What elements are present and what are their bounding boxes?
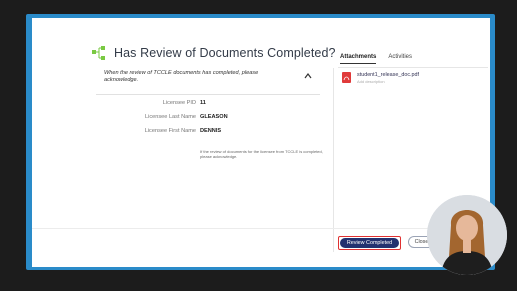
review-completed-button-highlight: Review Completed: [338, 236, 401, 250]
modal-header: Has Review of Documents Completed?: [92, 46, 336, 60]
side-divider: [333, 68, 334, 252]
tab-attachments[interactable]: Attachments: [340, 54, 377, 64]
attachment-description: Add description: [357, 79, 385, 84]
presenter-webcam: [427, 195, 507, 275]
task-modal: Has Review of Documents Completed? When …: [32, 18, 490, 267]
field-value: GLEASON: [200, 114, 228, 120]
pdf-icon: [342, 72, 351, 83]
attachment-name[interactable]: student1_release_doc.pdf: [357, 72, 419, 79]
footer-divider: [32, 228, 490, 229]
field-value: 11: [200, 100, 206, 106]
task-icon: [92, 46, 105, 60]
acknowledge-text: When the review of TCCLE documents has c…: [104, 70, 259, 83]
presenter-image: [427, 195, 507, 275]
tabs-divider: [338, 67, 488, 68]
field-label: Licensee Last Name: [145, 114, 196, 120]
field-licensee-first-name: Licensee First Name DENNIS: [96, 128, 336, 138]
acknowledge-note: If the review of documents for the licen…: [200, 149, 323, 159]
field-label: Licensee First Name: [144, 128, 196, 134]
acknowledge-section[interactable]: When the review of TCCLE documents has c…: [96, 68, 320, 95]
side-tabs: Attachments Activities: [340, 54, 412, 64]
tab-activities[interactable]: Activities: [388, 54, 412, 64]
modal-title: Has Review of Documents Completed?: [114, 46, 336, 60]
field-label: Licensee PID: [162, 100, 196, 106]
review-completed-button[interactable]: Review Completed: [340, 238, 399, 248]
attachment-item[interactable]: student1_release_doc.pdf Add description: [342, 72, 419, 84]
field-value: DENNIS: [200, 128, 222, 134]
field-licensee-last-name: Licensee Last Name GLEASON: [96, 114, 336, 124]
field-licensee-pid: Licensee PID 11: [96, 100, 336, 110]
chevron-up-icon[interactable]: [304, 72, 312, 80]
